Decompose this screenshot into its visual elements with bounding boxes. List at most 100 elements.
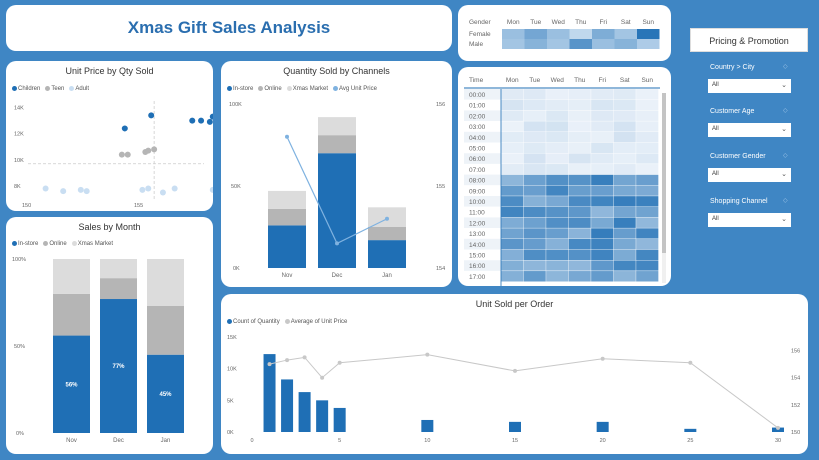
heat-cell [635, 217, 659, 229]
clear-selection-icon[interactable]: ◇ [783, 63, 788, 70]
day-label: Sat [620, 77, 630, 84]
heat-cell [568, 142, 592, 154]
x-tick-label: Nov [66, 438, 77, 444]
heat-cell [635, 270, 659, 282]
slicer-label: Customer Age [710, 108, 755, 115]
heat-cell [590, 227, 614, 239]
scatter-point [148, 112, 155, 119]
slicer-dropdown[interactable]: All ⌄ [708, 213, 791, 227]
stacked-bar-segment [100, 278, 137, 300]
y2-tick-label: 154 [436, 266, 445, 272]
x-tick-label: Jan [161, 438, 171, 444]
heat-cell [613, 195, 637, 207]
heat-cell [568, 260, 592, 272]
heat-cell [613, 174, 637, 186]
y-tick-label: 10K [14, 158, 24, 164]
heat-cell [568, 99, 592, 111]
bar [596, 421, 609, 432]
stacked-bar-segment [368, 227, 406, 241]
x-tick-label: 25 [687, 438, 693, 444]
channels-chart: 100K 50K 0K 156 155 154 Nov Dec Jan [229, 102, 445, 279]
clear-selection-icon[interactable]: ◇ [783, 107, 788, 114]
heat-cell [545, 99, 569, 111]
heat-cell [590, 131, 614, 143]
heat-cell [635, 131, 659, 143]
scatter-point [145, 147, 152, 154]
clear-selection-icon[interactable]: ◇ [783, 152, 788, 159]
avg-price-point [385, 216, 389, 221]
time-row-label: 09:00 [469, 188, 486, 195]
heat-cell [545, 238, 569, 250]
y-tick-label: 15K [227, 335, 237, 341]
pricing-promotion-button[interactable]: Pricing & Promotion [690, 28, 808, 52]
heat-cell [523, 142, 547, 154]
heat-cell [500, 163, 524, 175]
heat-cell [613, 185, 637, 197]
heat-cell [545, 249, 569, 261]
heatmap-scrollbar[interactable] [662, 93, 666, 283]
heat-cell [500, 270, 524, 282]
heat-cell [635, 185, 659, 197]
heat-cell [568, 238, 592, 250]
heat-cell [545, 217, 569, 229]
heat-cell [523, 195, 547, 207]
day-label: Mon [507, 19, 520, 26]
heat-cell [613, 163, 637, 175]
bar [298, 392, 311, 432]
heat-cell [590, 217, 614, 229]
clear-selection-icon[interactable]: ◇ [783, 197, 788, 204]
time-row-label: 12:00 [469, 220, 486, 227]
heat-cell [523, 249, 547, 261]
day-label: Fri [598, 77, 606, 84]
y-tick-label: 0K [233, 266, 240, 272]
avg-price-point [513, 368, 517, 373]
chevron-down-icon: ⌄ [781, 216, 787, 223]
data-label: 56% [65, 382, 78, 388]
y2-tick-label: 156 [791, 349, 800, 355]
heat-cell [500, 185, 524, 197]
avg-price-line [269, 354, 779, 429]
heat-cell [637, 39, 660, 49]
heat-cell [568, 153, 592, 165]
slicer-dropdown[interactable]: All ⌄ [708, 79, 791, 93]
stacked-bar-segment [53, 259, 90, 294]
heat-cell [614, 29, 637, 39]
heat-cell [635, 110, 659, 122]
heat-cell [500, 227, 524, 239]
sales-by-month-chart: 100% 50% 0% 56% Nov 77% Dec 45% Jan [12, 257, 184, 444]
data-label: 77% [112, 364, 125, 370]
heat-cell [523, 238, 547, 250]
heat-cell [635, 142, 659, 154]
heat-cell [523, 174, 547, 186]
heat-cell [635, 120, 659, 132]
heat-cell [524, 39, 547, 49]
day-label: Sun [641, 77, 653, 84]
time-row-label: 11:00 [469, 210, 485, 217]
heat-cell [568, 217, 592, 229]
x-tick-label: 5 [338, 438, 341, 444]
x-tick-label: 10 [424, 438, 430, 444]
slicer-dropdown[interactable]: All ⌄ [708, 168, 791, 182]
heat-cell [613, 120, 637, 132]
slicer-dropdown[interactable]: All ⌄ [708, 123, 791, 137]
stacked-bar-segment [268, 225, 306, 268]
unit-price-scatter-card: Unit Price by Qty Sold Children Teen Adult… [6, 61, 213, 211]
heat-cell [547, 29, 570, 39]
x-tick-label: 0 [250, 438, 253, 444]
day-label: Sun [642, 19, 654, 26]
heat-cell [545, 185, 569, 197]
scatter-point [209, 113, 213, 120]
scatter-point [83, 188, 90, 195]
heatmap-scrollbar-thumb[interactable] [662, 93, 666, 253]
heat-cell [545, 88, 569, 100]
heat-cell [613, 270, 637, 282]
stacked-bar-segment [318, 153, 356, 268]
heat-cell [523, 206, 547, 218]
data-label: 45% [159, 392, 172, 398]
heat-cell [568, 88, 592, 100]
heat-cell [613, 206, 637, 218]
heat-cell [613, 142, 637, 154]
heat-cell [637, 29, 660, 39]
bar [684, 428, 697, 432]
time-row-label: 04:00 [469, 135, 486, 142]
